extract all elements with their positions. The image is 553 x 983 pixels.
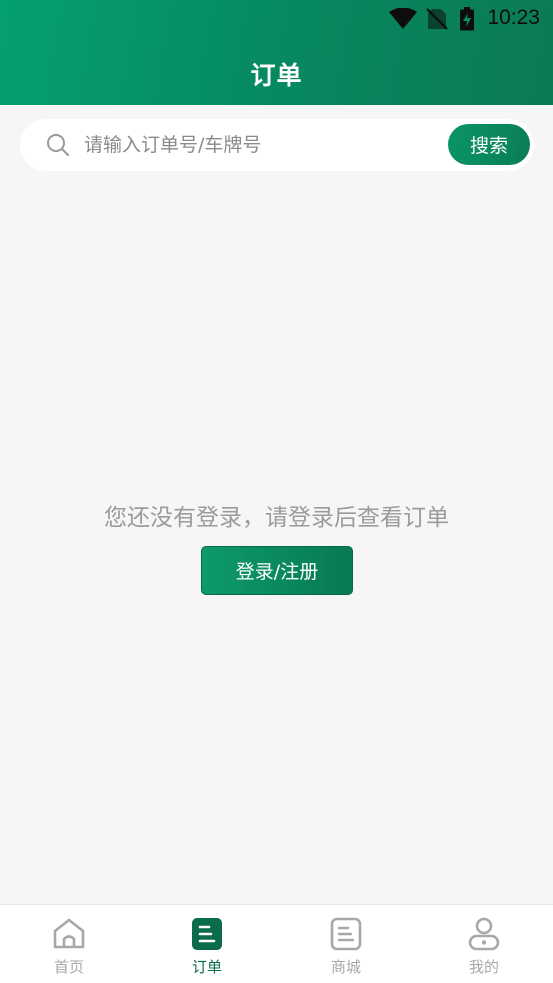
tab-home[interactable]: 首页 [0,905,138,983]
login-required-message: 您还没有登录，请登录后查看订单 [104,505,449,531]
tab-home-label: 首页 [53,958,84,976]
tab-orders[interactable]: 订单 [138,905,276,983]
bottom-tab-bar: 首页 订单 商城 我的 [0,904,553,983]
login-register-button[interactable]: 登录/注册 [201,546,353,595]
profile-icon [468,917,500,951]
search-icon [47,134,70,157]
mall-icon [330,917,362,951]
tab-mall[interactable]: 商城 [277,905,415,983]
tab-profile[interactable]: 我的 [415,905,553,983]
order-list-icon [192,918,222,950]
header: 10:23 订单 [0,0,553,105]
status-bar: 10:23 [0,0,553,38]
wifi-icon [389,8,417,29]
home-icon [53,918,85,949]
tab-orders-label: 订单 [191,958,222,976]
tab-mall-label: 商城 [330,958,361,976]
no-sim-icon [426,8,448,30]
status-time: 10:23 [487,6,540,29]
search-button[interactable]: 搜索 [448,124,530,165]
search-bar: 搜索 [20,119,534,171]
orders-screen: 10:23 订单 搜索 您还没有登录，请登录后查看订单 登录/注册 首页 [0,0,553,983]
page-title: 订单 [250,61,303,90]
tab-profile-label: 我的 [468,958,499,976]
battery-charging-icon [460,7,474,31]
search-input[interactable] [84,129,444,161]
